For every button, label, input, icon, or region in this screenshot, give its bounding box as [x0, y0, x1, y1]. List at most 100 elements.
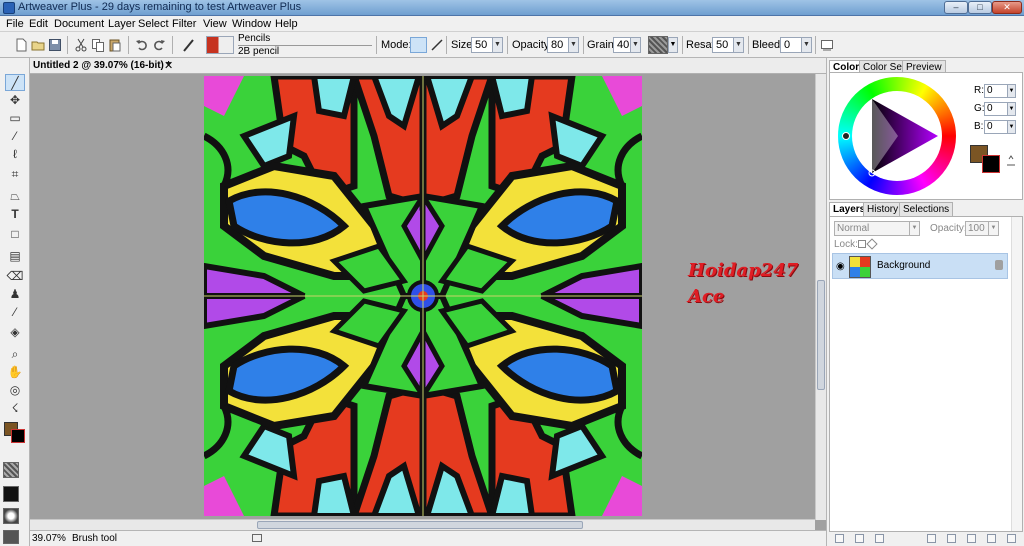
resat-field[interactable]: 50 ▼: [712, 37, 744, 53]
vertical-scrollbar[interactable]: [815, 74, 826, 520]
menu-document[interactable]: Document: [54, 18, 104, 30]
copy-layer-icon[interactable]: [987, 534, 996, 543]
close-tab-icon[interactable]: ✕: [164, 59, 173, 72]
brush-tool-icon[interactable]: [182, 38, 196, 52]
dropdown-arrow-icon[interactable]: ▼: [909, 222, 919, 235]
cut-icon[interactable]: [74, 38, 88, 52]
eye-icon[interactable]: ◉: [836, 261, 845, 272]
swap-colors-icon[interactable]: [1004, 155, 1018, 167]
save-icon[interactable]: [48, 38, 62, 52]
dropdown-arrow-icon[interactable]: ▼: [988, 222, 998, 235]
green-field[interactable]: 0 ▼: [984, 102, 1016, 116]
undo-icon[interactable]: [135, 38, 149, 52]
eyedropper-icon[interactable]: ⁄: [5, 304, 25, 321]
pattern-picker[interactable]: [3, 486, 19, 502]
eraser-icon[interactable]: ⌫: [5, 268, 25, 285]
gradient-icon[interactable]: ▤: [5, 248, 25, 265]
dropdown-arrow-icon[interactable]: ▼: [1007, 121, 1015, 133]
horizontal-scrollbar[interactable]: [30, 519, 815, 530]
perspective-icon[interactable]: ⏢: [5, 188, 25, 205]
scroll-thumb[interactable]: [257, 521, 583, 529]
secondary-color-swatch[interactable]: [982, 155, 1000, 173]
dropdown-arrow-icon[interactable]: ▼: [801, 38, 811, 52]
lasso-icon[interactable]: ℓ: [5, 146, 25, 163]
tab-selections[interactable]: Selections: [899, 202, 954, 216]
color-triangle[interactable]: [838, 77, 956, 195]
brush-shape-picker[interactable]: [3, 508, 19, 524]
scroll-thumb[interactable]: [817, 280, 825, 390]
grain-field[interactable]: 40 ▼: [613, 37, 641, 53]
folder-icon[interactable]: [875, 534, 884, 543]
menu-view[interactable]: View: [203, 18, 227, 30]
paper-picker[interactable]: [3, 530, 19, 544]
minimize-button[interactable]: –: [944, 1, 968, 14]
crop-icon[interactable]: ⌗: [5, 166, 25, 183]
layer-opacity-field[interactable]: 100 ▼: [965, 221, 999, 236]
maximize-button[interactable]: □: [968, 1, 992, 14]
menu-file[interactable]: File: [6, 18, 24, 30]
tab-history[interactable]: History: [863, 202, 903, 216]
blue-field[interactable]: 0 ▼: [984, 120, 1016, 134]
brush-name[interactable]: Pencils 2B pencil: [238, 34, 372, 57]
smudge-icon[interactable]: ☇: [5, 400, 25, 417]
zoom-icon[interactable]: ⌕: [5, 346, 25, 363]
copy-icon[interactable]: [91, 38, 105, 52]
dropdown-arrow-icon[interactable]: ▼: [568, 38, 578, 52]
stamp-icon[interactable]: ♟: [5, 286, 25, 303]
duplicate-layer-icon[interactable]: [947, 534, 956, 543]
text-icon[interactable]: T: [5, 206, 25, 223]
navigator-icon[interactable]: [252, 534, 262, 542]
new-file-icon[interactable]: [14, 38, 28, 52]
menu-filter[interactable]: Filter: [172, 18, 196, 30]
lock-pixels-icon[interactable]: [866, 238, 878, 250]
menu-layer[interactable]: Layer: [108, 18, 136, 30]
move-icon[interactable]: ✥: [5, 92, 25, 109]
menu-edit[interactable]: Edit: [29, 18, 48, 30]
color-wheel[interactable]: [838, 77, 956, 195]
menu-help[interactable]: Help: [275, 18, 298, 30]
magic-wand-icon[interactable]: ⁄: [5, 128, 25, 145]
rotate-icon[interactable]: ◎: [5, 382, 25, 399]
dropdown-arrow-icon[interactable]: ▼: [733, 38, 743, 52]
drawing-canvas[interactable]: [204, 76, 642, 516]
paste-icon[interactable]: [108, 38, 122, 52]
close-button[interactable]: ✕: [992, 1, 1022, 14]
dropdown-arrow-icon[interactable]: ▼: [1007, 85, 1015, 97]
dropdown-arrow-icon[interactable]: ▼: [630, 38, 640, 52]
redo-icon[interactable]: [152, 38, 166, 52]
dropdown-arrow-icon[interactable]: ▼: [668, 37, 678, 53]
rect-select-icon[interactable]: ▭: [5, 110, 25, 127]
layer-row-background[interactable]: ◉ Background: [832, 253, 1008, 279]
bleed-field[interactable]: 0 ▼: [780, 37, 812, 53]
size-field[interactable]: 50 ▼: [471, 37, 503, 53]
open-file-icon[interactable]: [31, 38, 45, 52]
mode-brush-icon[interactable]: [410, 37, 427, 53]
brush-icon[interactable]: ╱: [5, 74, 25, 91]
opacity-field[interactable]: 80 ▼: [547, 37, 579, 53]
hand-icon[interactable]: ✋: [5, 364, 25, 381]
dropdown-arrow-icon[interactable]: ▼: [492, 38, 502, 52]
lock-transparency-icon[interactable]: [858, 240, 866, 248]
new-layer-icon[interactable]: [927, 534, 936, 543]
bucket-icon[interactable]: ◈: [5, 324, 25, 341]
texture-swatch[interactable]: [648, 36, 668, 54]
texture-picker[interactable]: [3, 462, 19, 478]
layer-style-icon[interactable]: [835, 534, 844, 543]
merge-icon[interactable]: [967, 534, 976, 543]
document-tab[interactable]: Untitled 2 @ 39.07% (16-bit) * ✕: [30, 58, 826, 74]
mode-line-icon[interactable]: [430, 38, 444, 52]
brush-settings-icon[interactable]: [820, 38, 834, 52]
shape-icon[interactable]: □: [5, 226, 25, 243]
brush-preset-picker[interactable]: [206, 36, 234, 54]
menu-window[interactable]: Window: [232, 18, 271, 30]
zoom-readout[interactable]: 39.07%: [32, 533, 66, 544]
dropdown-arrow-icon[interactable]: ▼: [1007, 103, 1015, 115]
mask-icon[interactable]: [855, 534, 864, 543]
layers-scrollbar[interactable]: [1011, 217, 1022, 531]
red-field[interactable]: 0 ▼: [984, 84, 1016, 98]
menu-select[interactable]: Select: [138, 18, 169, 30]
delete-layer-icon[interactable]: [1007, 534, 1016, 543]
mode-label: Mode:: [381, 39, 412, 51]
blend-mode-select[interactable]: Normal ▼: [834, 221, 920, 236]
secondary-color-swatch[interactable]: [11, 429, 25, 443]
